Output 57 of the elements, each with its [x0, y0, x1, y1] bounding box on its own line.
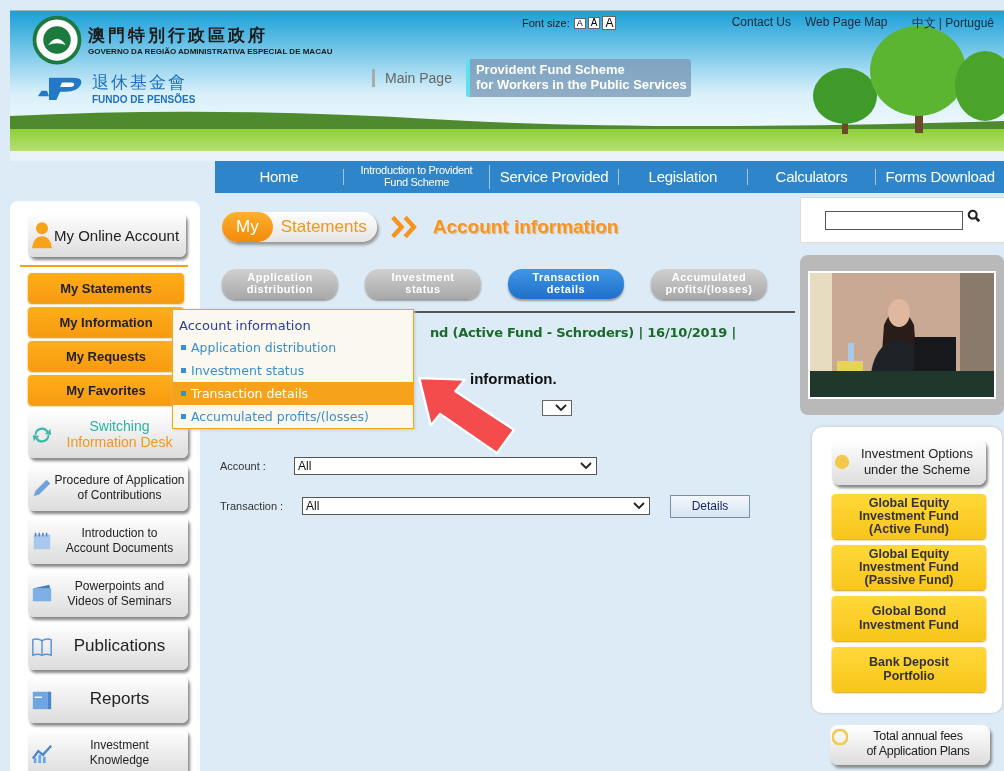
submenu-button[interactable]: My Statements	[28, 273, 184, 303]
government-name: 澳門特別行政區政府	[88, 24, 269, 47]
fund-info: nd (Active Fund - Schroders) | 16/10/2019 |	[430, 325, 737, 340]
details-button[interactable]: Details	[670, 494, 750, 518]
bullet-icon	[181, 414, 186, 419]
bullet-icon	[181, 368, 186, 373]
sidebar-button[interactable]: Introduction to Account Documents	[28, 517, 188, 564]
my-label: My	[222, 212, 273, 242]
book-icon	[31, 635, 53, 658]
annual-fees-button[interactable]: Total annual fees of Application Plans	[830, 725, 990, 765]
font-size-button[interactable]: A	[573, 17, 586, 29]
fund-button[interactable]: Global Equity Investment Fund (Active Fund)	[832, 494, 986, 539]
person-icon	[32, 221, 52, 249]
nav-link[interactable]: Introduction to Provident Fund Scheme	[343, 165, 491, 189]
nav-link[interactable]: Service Provided	[490, 169, 619, 185]
tab[interactable]: Transaction details	[508, 269, 624, 299]
top-link[interactable]: Contact Us	[729, 15, 793, 31]
field-label: Account :	[220, 460, 267, 472]
search-field[interactable]	[824, 210, 963, 230]
page-title: Account information	[432, 216, 619, 238]
fund-name: 退休基金會	[92, 71, 188, 93]
font-size-label: Font size:	[522, 17, 570, 29]
nav-link[interactable]: Legislation	[618, 169, 748, 185]
coin-icon	[834, 454, 850, 470]
sidebar-button[interactable]: Powerpoints and Videos of Seminars	[28, 570, 188, 617]
select-field[interactable]: All	[302, 497, 650, 515]
sidebar-button[interactable]: Procedure of Application of Contributions	[28, 464, 188, 511]
fund-subtitle: FUNDO DE PENSÕES	[92, 94, 196, 105]
bullet-icon	[181, 391, 186, 396]
sidebar-button[interactable]: Reports	[28, 676, 188, 723]
government-subtitle: GOVERNO DA REGIÃO ADMINISTRATIVA ESPECIAL DE MACAU	[88, 47, 333, 56]
emblem-icon	[32, 15, 82, 65]
fund-button[interactable]: Bank Deposit Portfolio	[832, 647, 986, 692]
nav-link[interactable]: Calculators	[747, 169, 877, 185]
chevron-down-icon	[580, 462, 592, 470]
chevron-down-icon	[633, 502, 645, 510]
online-account-button[interactable]: My Online Account	[28, 213, 186, 257]
search-icon[interactable]	[966, 209, 981, 223]
bullet-icon	[181, 345, 186, 350]
dollar-coin-icon	[832, 729, 848, 745]
section-label: Statements	[279, 216, 368, 238]
sidebar-button[interactable]: Publications	[28, 623, 188, 670]
fund-button[interactable]: Global Equity Investment Fund (Passive Fund)	[832, 545, 986, 590]
period-select[interactable]	[542, 400, 572, 416]
main-page-link[interactable]: Main Page	[385, 69, 452, 86]
instruction-text: information.	[470, 370, 557, 387]
chevron-down-icon	[555, 404, 567, 412]
font-size-button[interactable]: A	[602, 16, 617, 30]
scheme-title: Provident Fund Scheme for Workers in the Public Services	[465, 59, 691, 97]
nav-link[interactable]: Home	[215, 169, 344, 185]
field-label: Transaction :	[220, 500, 285, 512]
top-link[interactable]: Web Page Map	[803, 15, 890, 31]
investment-options-button[interactable]: Investment Options under the Scheme	[832, 439, 986, 485]
nav-link[interactable]: Forms Download	[876, 169, 1004, 185]
select-field[interactable]: All	[294, 457, 597, 475]
sidebar-button[interactable]: Investment Knowledge	[28, 729, 188, 771]
fund-button[interactable]: Global Bond Investment Fund	[832, 596, 986, 641]
